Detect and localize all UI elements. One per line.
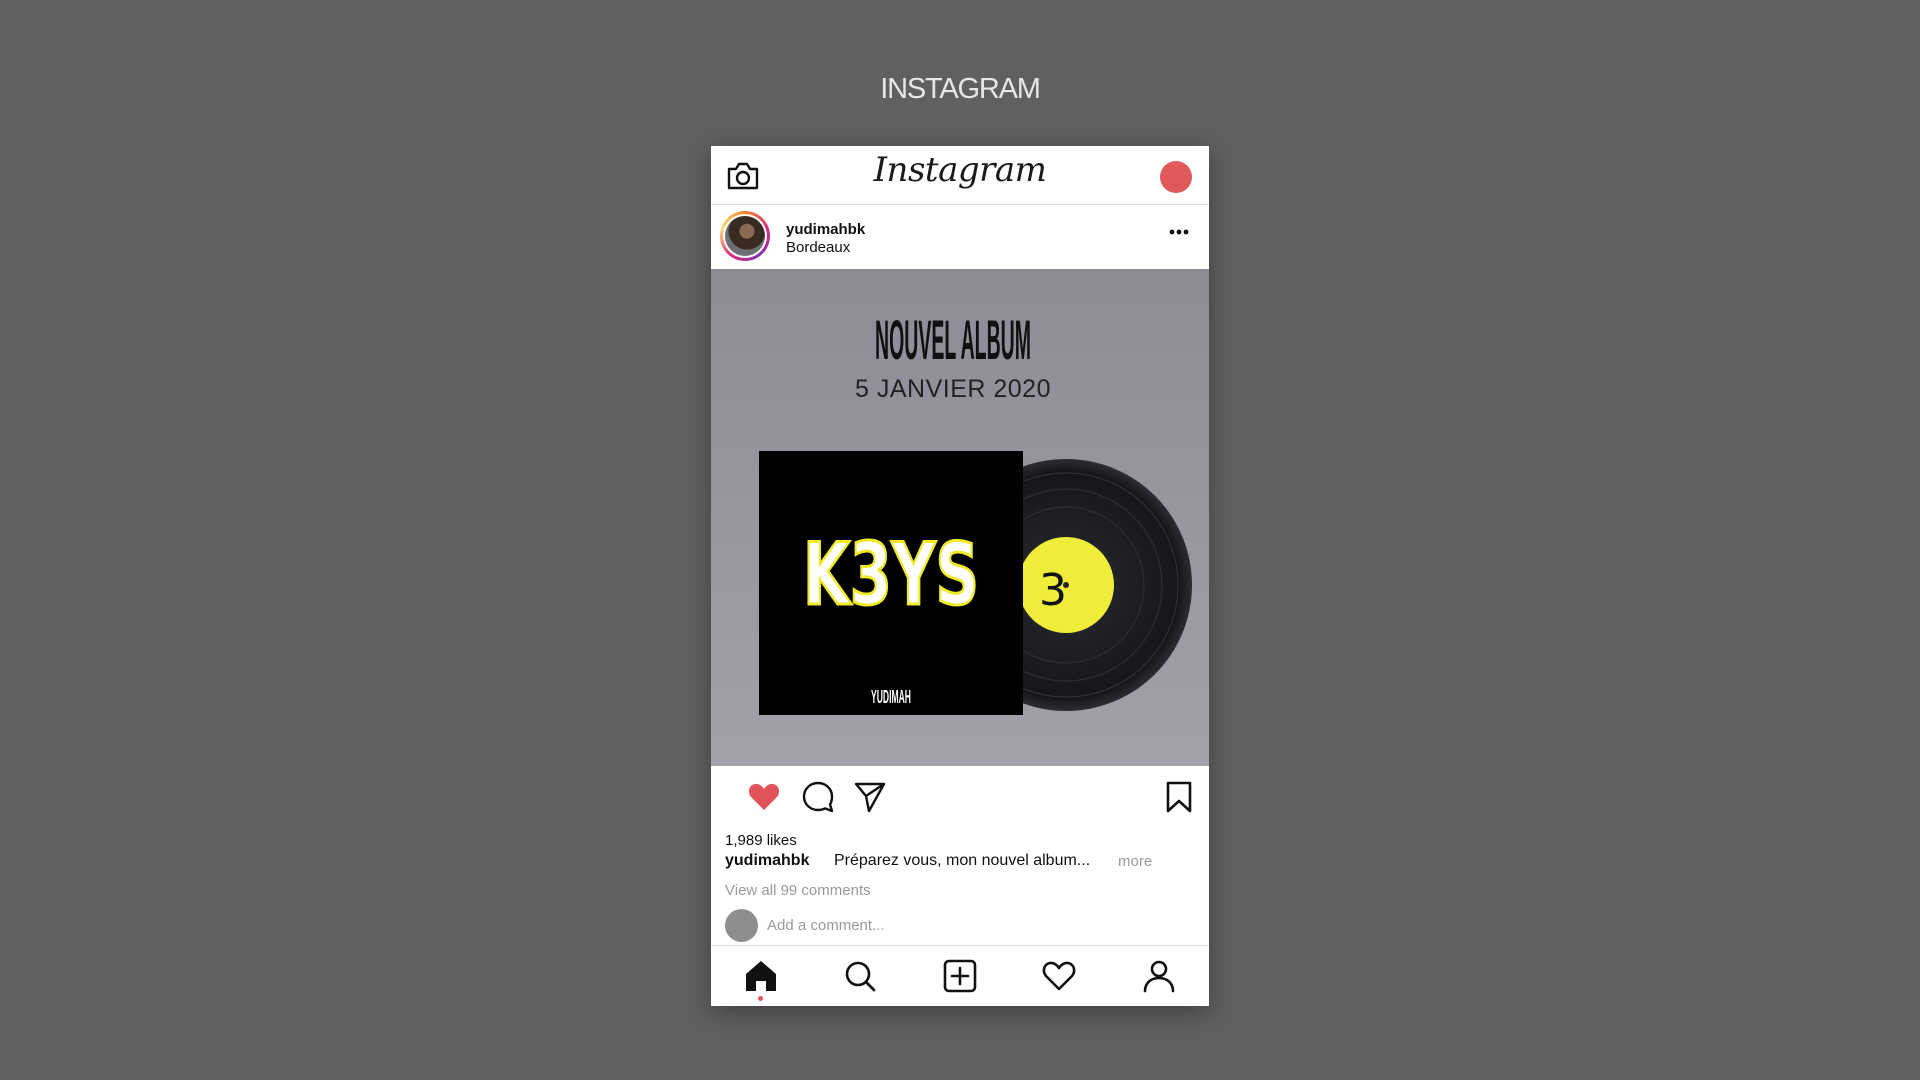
search-icon[interactable] bbox=[842, 958, 878, 994]
instagram-phone-frame: Instagram yudimahbk Bordeaux NOUVEL ALBU… bbox=[711, 146, 1209, 1006]
likes-count[interactable]: 1,989 likes bbox=[725, 832, 797, 849]
comment-icon[interactable] bbox=[801, 780, 835, 814]
activity-heart-icon[interactable] bbox=[1041, 958, 1077, 994]
app-logo: Instagram bbox=[873, 150, 1047, 190]
record-dot-icon[interactable] bbox=[1160, 161, 1192, 193]
post-location[interactable]: Bordeaux bbox=[786, 239, 850, 256]
post-image[interactable]: NOUVEL ALBUM 5 JANVIER 2020 3 K3YS YUDIM… bbox=[711, 269, 1209, 766]
post-username[interactable]: yudimahbk bbox=[786, 221, 865, 238]
page-caption: INSTAGRAM bbox=[880, 73, 1041, 105]
avatar-photo bbox=[725, 216, 765, 256]
add-comment-input[interactable]: Add a comment... bbox=[767, 917, 885, 934]
caption-username[interactable]: yudimahbk bbox=[725, 852, 809, 870]
add-post-icon[interactable] bbox=[942, 958, 978, 994]
avatar[interactable] bbox=[720, 211, 770, 261]
view-comments-link[interactable]: View all 99 comments bbox=[725, 882, 871, 899]
bottom-nav bbox=[711, 945, 1209, 1006]
caption-more-link[interactable]: more bbox=[1118, 853, 1152, 870]
heart-icon[interactable] bbox=[747, 780, 781, 814]
bookmark-icon[interactable] bbox=[1162, 780, 1196, 814]
camera-icon[interactable] bbox=[725, 160, 761, 192]
caption-text: Préparez vous, mon nouvel album... bbox=[834, 852, 1091, 869]
album-title: K3YS bbox=[803, 525, 979, 625]
active-indicator bbox=[758, 996, 763, 1001]
record-label-number: 3 bbox=[1039, 565, 1067, 616]
album-artist: YUDIMAH bbox=[871, 687, 911, 707]
send-icon[interactable] bbox=[853, 780, 887, 814]
post-actions bbox=[711, 766, 1209, 830]
album-cover: K3YS YUDIMAH bbox=[759, 451, 1023, 715]
profile-icon[interactable] bbox=[1141, 958, 1177, 994]
comment-avatar bbox=[725, 909, 758, 942]
top-bar: Instagram bbox=[711, 146, 1209, 205]
home-icon[interactable] bbox=[743, 958, 779, 994]
more-options-icon[interactable] bbox=[1168, 227, 1190, 237]
image-headline: NOUVEL ALBUM bbox=[875, 308, 1031, 371]
image-date: 5 JANVIER 2020 bbox=[855, 375, 1051, 403]
post-header: yudimahbk Bordeaux bbox=[711, 205, 1209, 269]
